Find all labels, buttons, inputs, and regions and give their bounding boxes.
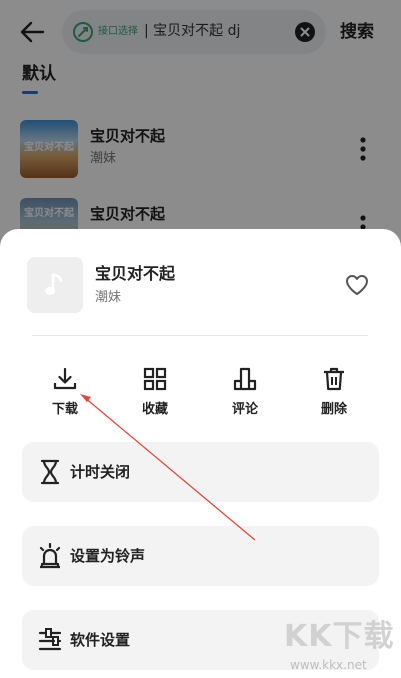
watermark-logo: KK下载 [284,619,395,654]
collect-button[interactable]: 收藏 [120,367,190,423]
sheet-divider [32,335,368,336]
screen: 接口选择 | 宝贝对不起 dj 搜索 默认 宝贝对不起 宝贝对不起 潮妹 宝贝对… [0,0,401,678]
set-ringtone-item[interactable]: 设置为铃声 [22,526,379,586]
comment-button[interactable]: 评论 [210,367,280,423]
collect-grid-icon [143,367,167,391]
music-note-icon [45,273,63,295]
sleep-timer-label: 计时关闭 [70,463,131,481]
app-settings-label: 软件设置 [70,631,131,649]
download-icon [53,367,77,390]
alarm-bell-icon [39,543,61,569]
song-cover [27,257,83,313]
collect-label: 收藏 [141,402,168,417]
sleep-timer-item[interactable]: 计时关闭 [22,442,379,502]
comment-icon [233,367,257,391]
heart-icon[interactable] [344,273,370,297]
download-button[interactable]: 下载 [30,367,100,423]
watermark: KK下载 www.kkx.net [284,618,396,678]
set-ringtone-label: 设置为铃声 [70,547,146,565]
comment-label: 评论 [231,402,258,417]
download-label: 下载 [51,402,78,417]
song-action-sheet: 宝贝对不起 潮妹 下载 收藏 评论 删除 计时关闭 设置为铃声 软件设置 [0,229,401,678]
hourglass-icon [40,459,60,485]
sheet-song-title: 宝贝对不起 [95,264,176,283]
settings-sliders-icon [38,628,62,651]
delete-button[interactable]: 删除 [299,367,369,423]
delete-label: 删除 [320,402,347,417]
sheet-song-artist: 潮妹 [95,290,122,305]
watermark-url: www.kkx.net [290,658,367,672]
trash-icon [324,367,344,391]
